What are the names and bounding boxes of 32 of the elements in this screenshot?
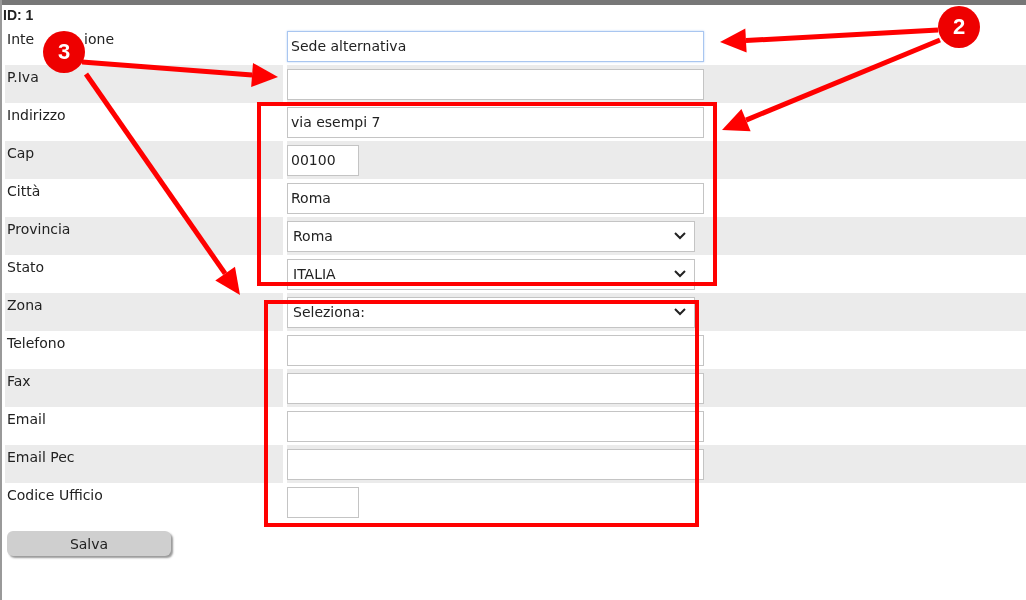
chevron-down-icon — [674, 308, 686, 316]
field-label: Email — [7, 411, 46, 429]
text-field[interactable]: Sede alternativa — [287, 30, 704, 62]
field-label: Fax — [7, 373, 31, 391]
save-button[interactable]: Salva — [7, 531, 171, 556]
field-label: Stato — [7, 259, 44, 277]
chevron-down-icon — [674, 270, 686, 278]
record-id: ID: 1 — [2, 6, 34, 25]
text-field[interactable] — [287, 68, 704, 100]
field-label: Città — [7, 183, 41, 201]
text-field[interactable] — [287, 410, 704, 442]
text-field[interactable] — [287, 334, 704, 366]
field-label: Email Pec — [7, 449, 75, 467]
text-field[interactable] — [287, 486, 359, 518]
field-label: Cap — [7, 145, 35, 163]
field-label: Telefono — [7, 335, 66, 353]
field-label: Zona — [7, 297, 43, 315]
text-field[interactable] — [287, 372, 704, 404]
field-label: Provincia — [7, 221, 71, 239]
text-field[interactable]: Roma — [287, 182, 704, 214]
step-badge: 2 — [938, 6, 980, 48]
field-label: Inte — [7, 31, 35, 49]
field-label: Indirizzo — [7, 107, 66, 125]
text-field[interactable]: via esempi 7 — [287, 106, 704, 138]
field-label: P.Iva — [7, 69, 39, 87]
text-field[interactable]: 00100 — [287, 144, 359, 176]
chevron-down-icon — [674, 232, 686, 240]
step-badge: 3 — [43, 31, 85, 73]
text-field[interactable] — [287, 448, 704, 480]
dropdown[interactable]: Roma — [287, 220, 695, 252]
field-label: Codice Ufficio — [7, 487, 103, 505]
field-label: ione — [84, 31, 115, 49]
